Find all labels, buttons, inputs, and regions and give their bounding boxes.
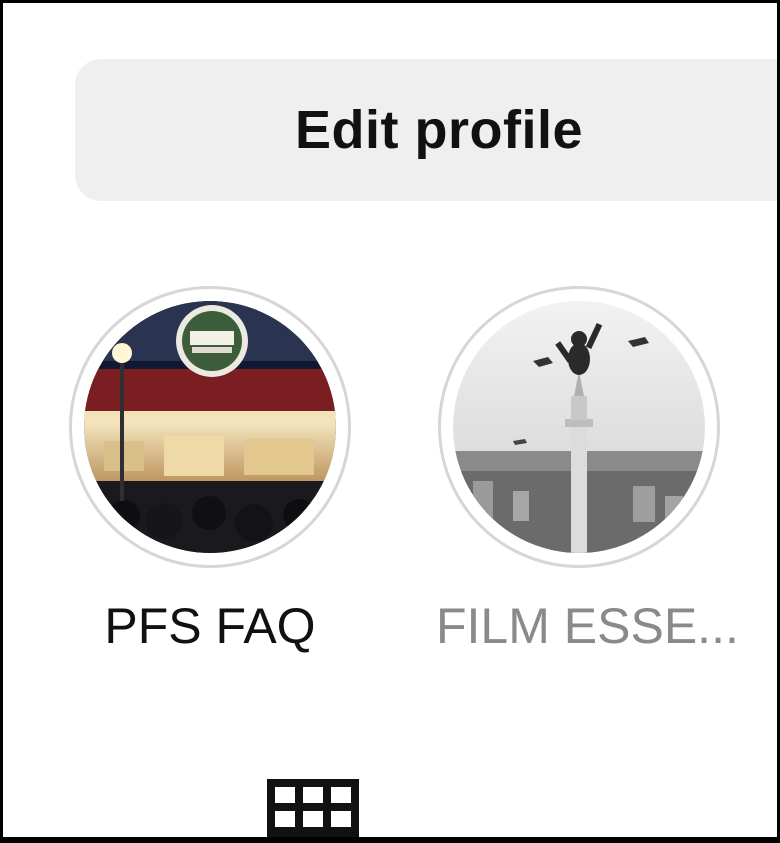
highlight-ring xyxy=(438,286,720,568)
highlight-label: PFS FAQ xyxy=(104,598,316,654)
highlight-item-pfs-faq[interactable]: PFS FAQ xyxy=(67,286,353,654)
highlight-item-film-essentials[interactable]: FILM ESSE... xyxy=(436,286,739,654)
highlight-label: FILM ESSE... xyxy=(436,598,739,654)
grid-icon[interactable] xyxy=(267,779,359,837)
edit-profile-button[interactable]: Edit profile xyxy=(75,59,777,201)
highlight-ring xyxy=(69,286,351,568)
profile-screen: Edit profile PFS FAQ FILM ESSE... xyxy=(3,3,777,837)
king-kong-thumbnail xyxy=(453,301,705,553)
film-center-thumbnail xyxy=(84,301,336,553)
edit-profile-label: Edit profile xyxy=(295,100,583,160)
